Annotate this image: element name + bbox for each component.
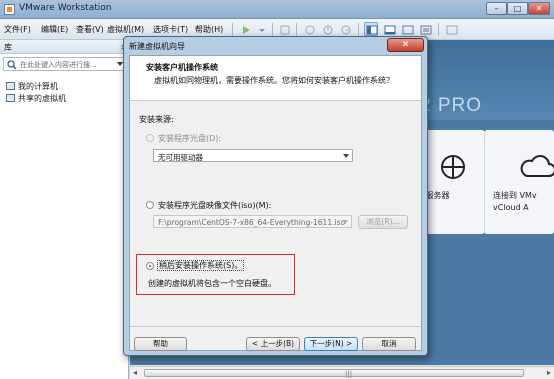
thumbnail-bar-icon[interactable]: [382, 22, 396, 36]
menu-help[interactable]: 帮助(H): [195, 24, 223, 35]
maximize-button[interactable]: □: [507, 2, 528, 15]
divider: [130, 326, 421, 327]
toolbar-separator: [232, 23, 233, 36]
show-library-icon[interactable]: [364, 22, 378, 36]
tile-connect-vcloud[interactable]: 连接到 VMv vCloud A: [484, 130, 554, 234]
browse-button[interactable]: 浏览(R)...: [358, 215, 408, 229]
radio-install-iso[interactable]: [146, 201, 154, 209]
install-disc-label: 安装程序光盘(D):: [158, 134, 222, 143]
menu-tabs[interactable]: 选项卡(T): [153, 24, 188, 35]
tree-item-my-computer[interactable]: 我的计算机: [6, 81, 58, 92]
toolbar-separator: [438, 23, 439, 36]
close-button[interactable]: ✕: [528, 2, 550, 15]
grip-icon: |||: [345, 370, 353, 378]
full-screen-icon[interactable]: [418, 22, 432, 36]
brand-text: 2 PRO: [420, 95, 483, 116]
menu-vm[interactable]: 虚拟机(M): [107, 24, 144, 35]
chevron-down-icon: [342, 220, 348, 224]
dialog-title-bar: 新建虚拟机向导 ✕: [124, 37, 427, 55]
iso-path-combo[interactable]: F:\program\CentOS-7-x86_64-Everything-16…: [153, 215, 352, 228]
search-icon: [7, 60, 17, 70]
unity-icon[interactable]: [444, 22, 458, 36]
revert-snapshot-icon[interactable]: [320, 22, 334, 36]
chevron-down-icon: [343, 154, 349, 158]
search-input[interactable]: 在此处键入内容进行搜...: [3, 57, 126, 71]
dialog-title: 新建虚拟机向导: [129, 42, 185, 51]
menu-file[interactable]: 文件(F): [4, 24, 31, 35]
scroll-right-icon[interactable]: ▸: [547, 368, 551, 377]
cloud-icon: [520, 155, 554, 177]
minimize-button[interactable]: –: [486, 2, 507, 15]
iso-path-value: F:\program\CentOS-7-x86_64-Everything-16…: [158, 218, 346, 227]
chevron-down-icon[interactable]: [254, 22, 268, 36]
toolbar-separator: [358, 23, 359, 36]
snapshot-icon[interactable]: [302, 22, 316, 36]
next-button[interactable]: 下一步(N) >: [304, 337, 358, 351]
help-button[interactable]: 帮助: [134, 337, 187, 351]
console-view-icon[interactable]: [400, 22, 414, 36]
send-ctrl-alt-del-icon[interactable]: [277, 22, 291, 36]
disc-drive-value: 无可用驱动器: [158, 153, 203, 162]
search-placeholder: 在此处键入内容进行搜...: [20, 61, 97, 69]
library-panel: 库 ✕ 在此处键入内容进行搜... 我的计算机 共享的虚拟机: [0, 40, 129, 379]
scrollbar-thumb[interactable]: |||: [144, 369, 524, 378]
tile-label: 连接到 VMv vCloud A: [493, 191, 537, 212]
tree-item-label: 我的计算机: [18, 82, 58, 91]
scroll-left-icon[interactable]: ◂: [133, 368, 137, 377]
library-title: 库: [4, 43, 12, 52]
back-button[interactable]: < 上一步(B): [246, 337, 300, 351]
radio-install-disc[interactable]: [146, 134, 154, 142]
install-later-description: 创建的虚拟机将包含一个空白硬盘。: [148, 279, 276, 288]
cancel-button[interactable]: 取消: [362, 337, 416, 351]
library-header: 库 ✕: [0, 40, 129, 54]
remote-server-icon: [441, 155, 465, 179]
menu-view[interactable]: 查看(V): [76, 24, 104, 35]
disc-drive-select[interactable]: 无可用驱动器: [153, 149, 353, 162]
toolbar-separator: [272, 23, 273, 36]
install-iso-label: 安装程序光盘映像文件(iso)(M):: [158, 201, 272, 210]
radio-install-later[interactable]: [146, 262, 154, 270]
dialog-subheading: 虚拟机如同物理机，需要操作系统。您将如何安装客户机操作系统？: [154, 76, 394, 85]
dialog-body: 安装客户机操作系统 虚拟机如同物理机，需要操作系统。您将如何安装客户机操作系统？…: [129, 55, 422, 351]
window-title: VMware Workstation: [19, 3, 112, 13]
new-vm-wizard-dialog: 新建虚拟机向导 ✕ 安装客户机操作系统 虚拟机如同物理机，需要操作系统。您将如何…: [123, 36, 428, 356]
title-bar: VMware Workstation – □ ✕: [0, 0, 554, 19]
tree-item-shared-vms[interactable]: 共享的虚拟机: [6, 93, 66, 104]
install-source-label: 安装来源:: [139, 115, 174, 124]
dialog-close-button[interactable]: ✕: [387, 38, 424, 52]
install-later-option: 稍后安装操作系统(S)。: [157, 260, 245, 271]
horizontal-scrollbar[interactable]: ◂ ||| ▸: [130, 366, 554, 379]
install-later-label: 稍后安装操作系统(S)。: [157, 260, 245, 271]
toolbar-separator: [296, 23, 297, 36]
dialog-header: 安装客户机操作系统 虚拟机如同物理机，需要操作系统。您将如何安装客户机操作系统？: [130, 56, 421, 101]
menu-edit[interactable]: 编辑(E): [41, 24, 68, 35]
power-on-icon[interactable]: [238, 22, 252, 36]
dialog-heading: 安装客户机操作系统: [146, 63, 218, 72]
tree-item-label: 共享的虚拟机: [18, 94, 66, 103]
snapshot-manager-icon[interactable]: [338, 22, 352, 36]
computer-icon: [6, 82, 15, 90]
shared-vm-icon: [6, 94, 15, 102]
vmware-logo-icon: [4, 4, 15, 15]
